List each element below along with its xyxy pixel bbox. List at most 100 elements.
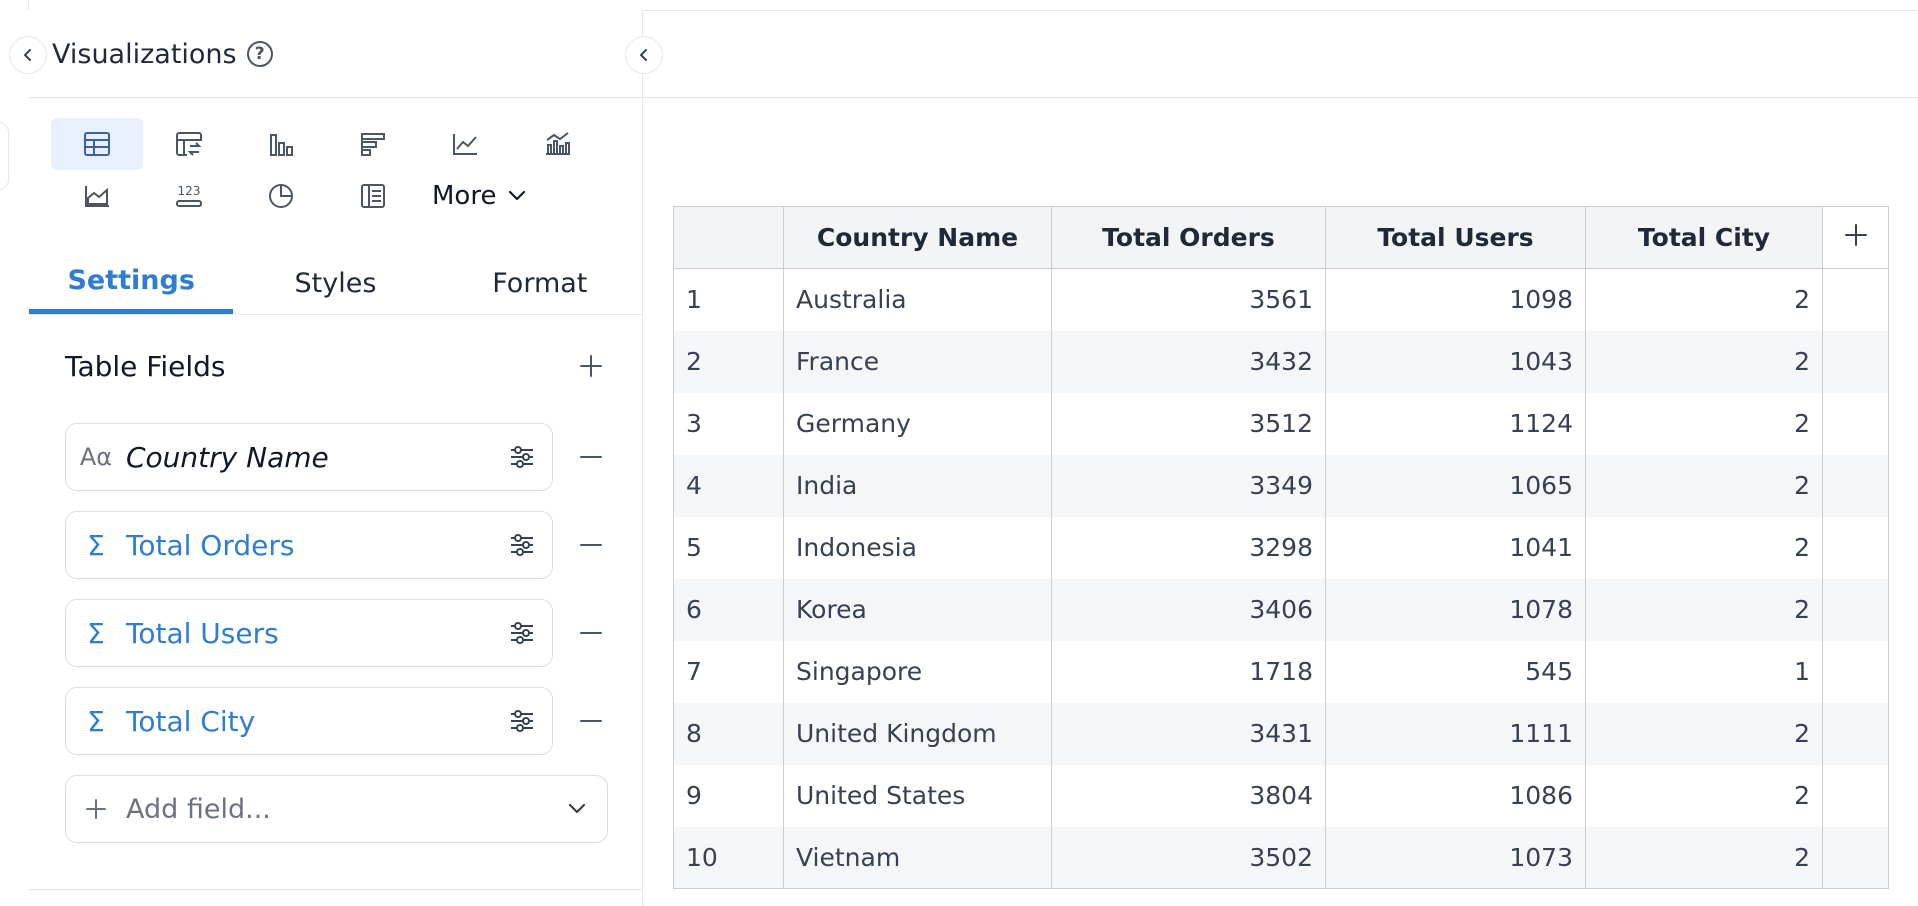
remove-field-button[interactable] (574, 528, 608, 562)
table-row: 5 Indonesia 3298 1041 2 (673, 516, 1889, 579)
total-users-cell: 1041 (1325, 516, 1586, 579)
country-name-cell: Vietnam (783, 826, 1052, 889)
table-row: 7 Singapore 1718 545 1 (673, 640, 1889, 703)
total-orders-cell: 1718 (1051, 640, 1326, 703)
table-row: 3 Germany 3512 1124 2 (673, 392, 1889, 455)
total-city-cell: 1 (1585, 640, 1823, 703)
collapse-panel-button[interactable] (625, 36, 663, 74)
remove-field-button[interactable] (574, 440, 608, 474)
question-circle-icon[interactable]: ? (246, 41, 273, 67)
sliders-icon (511, 446, 533, 468)
column-header-index[interactable] (673, 206, 784, 269)
total-city-cell: 2 (1585, 268, 1823, 331)
more-visualizations-button[interactable]: More (432, 170, 526, 222)
tab-format[interactable]: Format (438, 252, 642, 314)
empty-cell (1822, 826, 1889, 889)
field-settings-button[interactable] (492, 445, 552, 469)
column-header-country-name[interactable]: Country Name (783, 206, 1052, 269)
collapse-left-button[interactable] (9, 36, 47, 74)
empty-cell (1822, 764, 1889, 827)
field-settings-button[interactable] (492, 533, 552, 557)
minus-icon (580, 632, 602, 634)
horizontal-bar-chart-icon[interactable] (327, 118, 419, 170)
pie-chart-icon[interactable] (235, 170, 327, 222)
country-name-cell: United States (783, 764, 1052, 827)
line-chart-icon[interactable] (419, 118, 511, 170)
total-orders-cell: 3406 (1051, 578, 1326, 641)
empty-cell (1822, 702, 1889, 765)
country-name-cell: Australia (783, 268, 1052, 331)
plus-icon (66, 798, 126, 820)
panel-header-divider (28, 97, 642, 98)
total-city-cell: 2 (1585, 578, 1823, 641)
table-fields-title: Table Fields (65, 350, 226, 383)
table-row: 4 India 3349 1065 2 (673, 454, 1889, 517)
tab-settings[interactable]: Settings (29, 252, 234, 314)
total-orders-cell: 3432 (1051, 330, 1326, 393)
empty-cell (1822, 578, 1889, 641)
field-total-city[interactable]: Σ Total City (65, 687, 553, 755)
add-table-field-button[interactable] (574, 349, 608, 383)
total-users-cell: 1073 (1325, 826, 1586, 889)
field-settings-button[interactable] (492, 709, 552, 733)
country-name-cell: Singapore (783, 640, 1052, 703)
add-column-button[interactable] (1822, 206, 1889, 269)
field-name: Total City (126, 704, 256, 738)
row-index-cell: 6 (673, 578, 784, 641)
total-users-cell: 1111 (1325, 702, 1586, 765)
tab-styles[interactable]: Styles (233, 252, 437, 314)
field-country-name[interactable]: Aα Country Name (65, 423, 553, 491)
total-users-cell: 1078 (1325, 578, 1586, 641)
chevron-left-icon (640, 49, 647, 61)
total-orders-cell: 3298 (1051, 516, 1326, 579)
country-name-cell: Germany (783, 392, 1052, 455)
plus-icon (580, 355, 602, 377)
column-header-total-orders[interactable]: Total Orders (1051, 206, 1326, 269)
table-icon[interactable] (51, 118, 143, 170)
row-index-cell: 2 (673, 330, 784, 393)
area-chart-icon[interactable] (51, 170, 143, 222)
plus-icon (1844, 223, 1867, 246)
total-users-cell: 545 (1325, 640, 1586, 703)
remove-field-button[interactable] (574, 616, 608, 650)
sigma-icon: Σ (87, 616, 105, 650)
total-city-cell: 2 (1585, 826, 1823, 889)
field-total-users[interactable]: Σ Total Users (65, 599, 553, 667)
sliders-icon (511, 710, 533, 732)
total-users-cell: 1065 (1325, 454, 1586, 517)
sigma-icon: Σ (87, 528, 105, 562)
total-users-cell: 1086 (1325, 764, 1586, 827)
column-header-total-users[interactable]: Total Users (1325, 206, 1586, 269)
minus-icon (580, 456, 602, 458)
combo-chart-icon[interactable] (511, 118, 603, 170)
total-orders-cell: 3561 (1051, 268, 1326, 331)
number-kpi-icon[interactable]: 123 (143, 170, 235, 222)
empty-cell (1822, 392, 1889, 455)
field-settings-button[interactable] (492, 621, 552, 645)
remove-field-button[interactable] (574, 704, 608, 738)
table-row: 2 France 3432 1043 2 (673, 330, 1889, 393)
main-header-divider (643, 97, 1918, 98)
empty-cell (1822, 640, 1889, 703)
data-table-container: Country Name Total Orders Total Users To… (673, 206, 1918, 889)
total-city-cell: 2 (1585, 454, 1823, 517)
bar-chart-icon[interactable] (235, 118, 327, 170)
column-header-total-city[interactable]: Total City (1585, 206, 1823, 269)
total-city-cell: 2 (1585, 330, 1823, 393)
total-city-cell: 2 (1585, 702, 1823, 765)
add-field-select[interactable]: Add field... (65, 775, 608, 843)
empty-cell (1822, 516, 1889, 579)
field-total-orders[interactable]: Σ Total Orders (65, 511, 553, 579)
total-city-cell: 2 (1585, 764, 1823, 827)
empty-cell (1822, 330, 1889, 393)
pivot-table-icon[interactable] (143, 118, 235, 170)
field-name: Total Users (126, 616, 279, 650)
panel-title-text: Visualizations (52, 38, 237, 70)
field-name: Total Orders (126, 528, 295, 562)
total-users-cell: 1124 (1325, 392, 1586, 455)
row-index-cell: 10 (673, 826, 784, 889)
panel-title: Visualizations ? (52, 36, 273, 72)
detail-list-icon[interactable] (327, 170, 419, 222)
sidebar-card-edge (0, 122, 9, 190)
total-orders-cell: 3512 (1051, 392, 1326, 455)
